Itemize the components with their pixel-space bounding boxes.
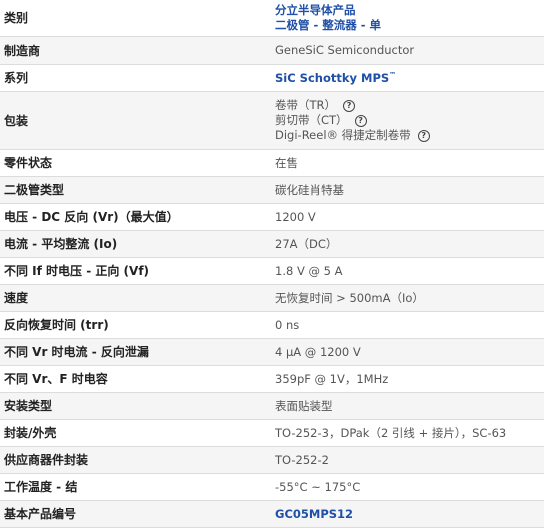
row-series: 系列 SiC Schottky MPS™ — [0, 64, 544, 91]
attr-label: 工作温度 - 结 — [4, 480, 78, 494]
attr-value: 1.8 V @ 5 A — [275, 263, 343, 278]
attr-label: 速度 — [0, 284, 271, 311]
attr-label: 制造商 — [0, 36, 271, 64]
attr-label: 不同 Vr 时电流 - 反向泄漏 — [0, 338, 271, 365]
attr-label: 基本产品编号 — [0, 500, 271, 527]
attr-label: 类别 — [4, 11, 29, 26]
attr-label: 不同 If 时电压 - 正向 (Vf) — [4, 264, 150, 278]
row-speed: 速度 无恢复时间 > 500mA（Io） — [0, 284, 544, 311]
row-base-product-number: 基本产品编号 GC05MPS12 — [0, 500, 544, 527]
row-reverse-voltage: 电压 - DC 反向 (Vr)（最大值） 1200 V — [0, 203, 544, 230]
row-manufacturer: 制造商 GeneSiC Semiconductor — [0, 36, 544, 64]
category-link-rectifier[interactable]: 二极管 - 整流器 - 单 — [275, 18, 540, 33]
question-circle-icon[interactable]: ? — [343, 99, 356, 112]
attr-value: 4 µA @ 1200 V — [271, 338, 544, 365]
attr-label: 零件状态 — [4, 156, 53, 170]
attr-label: 不同 Vr、F 时电容 — [4, 372, 108, 386]
row-part-status: 零件状态 在售 — [0, 149, 544, 176]
row-forward-voltage: 不同 If 时电压 - 正向 (Vf) 1.8 V @ 5 A — [0, 257, 544, 284]
attr-value: 359pF @ 1V，1MHz — [275, 371, 389, 386]
attr-label: 封装/外壳 — [4, 426, 57, 440]
row-capacitance: 不同 Vr、F 时电容 359pF @ 1V，1MHz — [0, 365, 544, 392]
row-package-case: 封装/外壳 TO-252-3，DPak（2 引线 + 接片），SC-63 — [0, 419, 544, 446]
attr-value: 27A（DC） — [271, 230, 544, 257]
row-packaging: 包装 卷带（TR）? 剪切带（CT）? Digi-Reel® 得捷定制卷带? — [0, 91, 544, 149]
attr-value: TO-252-2 — [271, 446, 544, 473]
packaging-option: 剪切带（CT）? — [275, 113, 540, 128]
question-circle-icon[interactable]: ? — [354, 114, 367, 127]
attr-label: 安装类型 — [0, 392, 271, 419]
attr-value: GeneSiC Semiconductor — [271, 36, 544, 64]
question-circle-icon[interactable]: ? — [417, 129, 430, 142]
row-recovery-time: 反向恢复时间 (trr) 0 ns — [0, 311, 544, 338]
packaging-option: 卷带（TR）? — [275, 98, 540, 113]
category-link-discrete[interactable]: 分立半导体产品 — [275, 3, 540, 18]
row-mounting-type: 安装类型 表面贴装型 — [0, 392, 544, 419]
attr-label: 系列 — [4, 71, 29, 85]
attr-value: TO-252-3，DPak（2 引线 + 接片），SC-63 — [275, 425, 507, 440]
attr-label: 二极管类型 — [0, 176, 271, 203]
packaging-option: Digi-Reel® 得捷定制卷带? — [275, 128, 540, 143]
row-rectified-current: 电流 - 平均整流 (Io) 27A（DC） — [0, 230, 544, 257]
row-diode-type: 二极管类型 碳化硅肖特基 — [0, 176, 544, 203]
base-product-link[interactable]: GC05MPS12 — [275, 507, 353, 521]
attr-value: 1200 V — [275, 209, 316, 224]
attr-value: 在售 — [275, 155, 298, 170]
product-attributes-table: 类别 分立半导体产品 二极管 - 整流器 - 单 制造商 GeneSiC Sem… — [0, 0, 544, 528]
row-category: 类别 分立半导体产品 二极管 - 整流器 - 单 — [0, 0, 544, 36]
attr-label: 包装 — [0, 91, 271, 149]
attr-value: 无恢复时间 > 500mA（Io） — [271, 284, 544, 311]
attr-value: 碳化硅肖特基 — [271, 176, 544, 203]
series-link[interactable]: SiC Schottky MPS™ — [275, 71, 396, 85]
row-operating-temperature: 工作温度 - 结 -55°C ~ 175°C — [0, 473, 544, 500]
attr-value: 0 ns — [275, 317, 300, 332]
attr-value: 表面贴装型 — [271, 392, 544, 419]
attr-label: 供应商器件封装 — [0, 446, 271, 473]
attr-label: 电压 - DC 反向 (Vr)（最大值） — [4, 210, 179, 224]
row-leakage-current: 不同 Vr 时电流 - 反向泄漏 4 µA @ 1200 V — [0, 338, 544, 365]
row-supplier-package: 供应商器件封装 TO-252-2 — [0, 446, 544, 473]
attr-label: 电流 - 平均整流 (Io) — [0, 230, 271, 257]
attr-value: -55°C ~ 175°C — [275, 479, 361, 494]
attr-label: 反向恢复时间 (trr) — [4, 318, 109, 332]
